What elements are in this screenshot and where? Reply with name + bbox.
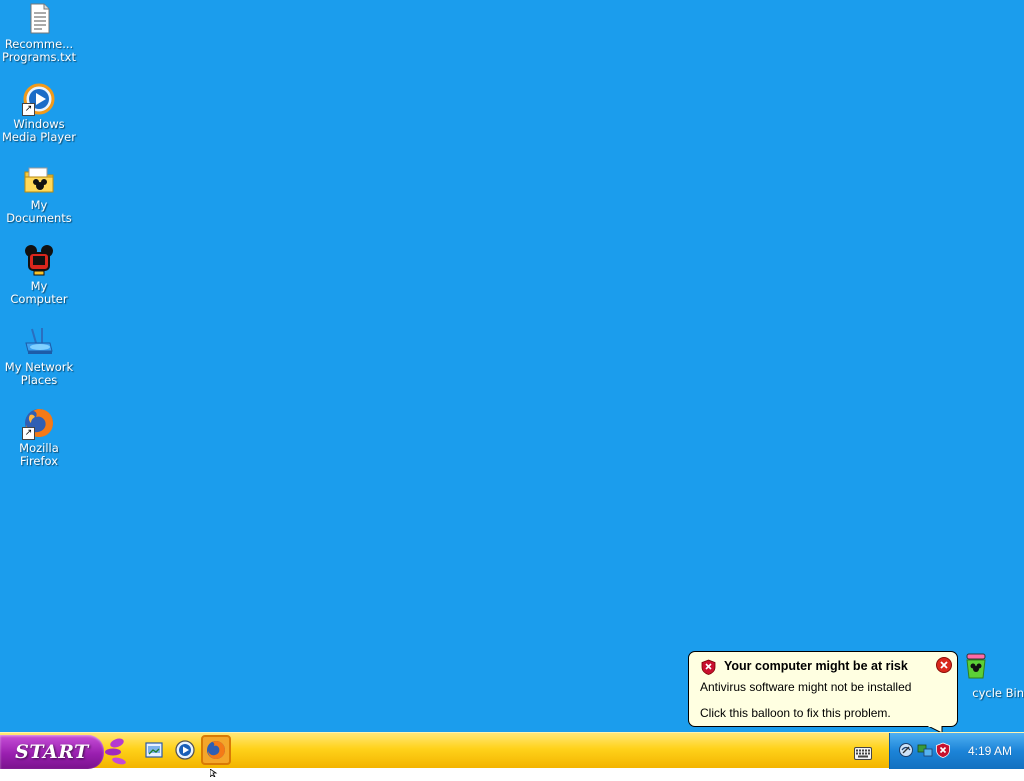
desktop-icon-label: My Network Places — [4, 360, 74, 387]
firefox-icon — [207, 741, 225, 759]
network-places-icon — [22, 325, 56, 359]
balloon-action-text: Click this balloon to fix this problem. — [700, 706, 891, 720]
my-computer-icon — [22, 244, 56, 278]
balloon-title: Your computer might be at risk — [724, 659, 908, 673]
desktop-icon-mozilla-firefox[interactable]: ↗ Mozilla Firefox — [0, 406, 78, 468]
tray-security-shield-icon[interactable] — [935, 742, 951, 758]
clock[interactable]: 4:19 AM — [958, 733, 1022, 769]
desktop-icon-my-network-places[interactable]: My Network Places — [0, 325, 78, 387]
quick-launch-show-desktop[interactable] — [143, 739, 165, 761]
desktop-icon-label: My Documents — [6, 198, 72, 225]
recycle-bin-icon — [964, 652, 988, 680]
show-desktop-icon — [145, 742, 163, 758]
desktop-icon-my-computer[interactable]: My Computer — [0, 244, 78, 306]
balloon-close-button[interactable] — [936, 657, 952, 673]
text-file-icon — [22, 2, 56, 36]
mouse-cursor-icon — [209, 762, 218, 779]
desktop-icon-windows-media-player[interactable]: ↗ Windows Media Player — [0, 82, 78, 144]
firefox-icon: ↗ — [22, 406, 56, 440]
desktop-icon-label: Recomme... Programs.txt — [2, 37, 76, 64]
quick-launch-firefox[interactable] — [201, 735, 231, 765]
my-documents-folder-icon — [22, 163, 56, 197]
keyboard-language-icon[interactable] — [854, 745, 872, 760]
security-shield-icon — [701, 659, 716, 675]
tray-volume-icon[interactable] — [898, 742, 914, 758]
balloon-message: Antivirus software might not be installe… — [700, 680, 912, 694]
taskbar: START 4:19 AM — [0, 732, 1024, 769]
start-decoration-icon — [104, 735, 132, 767]
desktop-icon-my-documents[interactable]: My Documents — [0, 163, 78, 225]
start-button[interactable]: START — [0, 735, 104, 769]
shortcut-arrow-icon: ↗ — [22, 427, 35, 440]
quick-launch-media-player[interactable] — [174, 739, 196, 761]
media-player-icon — [175, 740, 195, 760]
media-player-icon: ↗ — [22, 82, 56, 116]
security-warning-balloon[interactable]: Your computer might be at risk Antivirus… — [688, 651, 958, 727]
desktop-icon-label: My Computer — [10, 279, 68, 306]
close-icon — [936, 657, 952, 673]
desktop-icon-label: Mozilla Firefox — [19, 441, 59, 468]
desktop-icon-recommended-programs[interactable]: Recomme... Programs.txt — [0, 2, 78, 64]
system-tray: 4:19 AM — [889, 733, 1024, 769]
tray-network-icon[interactable] — [917, 742, 933, 758]
shortcut-arrow-icon: ↗ — [22, 103, 35, 116]
desktop[interactable]: Recomme... Programs.txt ↗ Windows Media … — [0, 0, 1024, 732]
desktop-icon-label: Windows Media Player — [2, 117, 76, 144]
